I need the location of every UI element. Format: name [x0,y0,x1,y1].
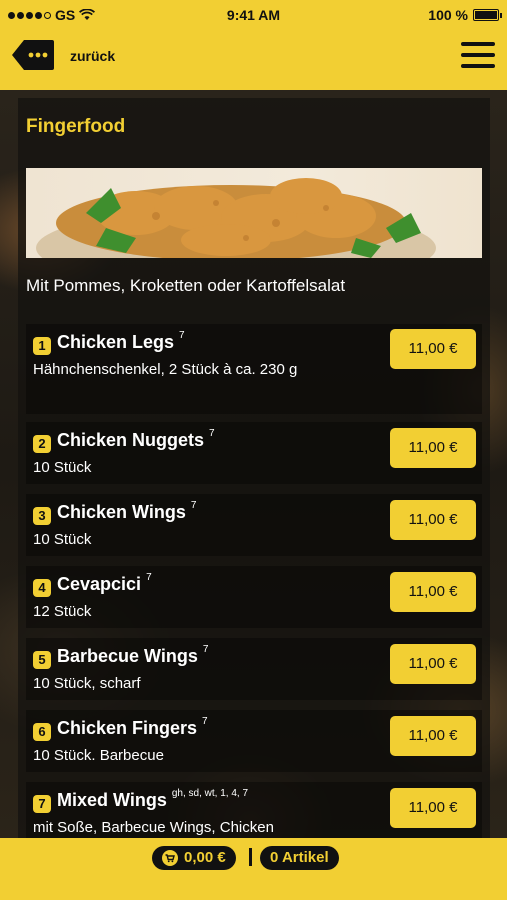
menu-item[interactable]: 1 Chicken Legs 7 Hähnchenschenkel, 2 Stüc… [26,324,482,414]
item-description: 10 Stück, scharf [33,675,141,692]
item-description: 10 Stück [33,531,92,548]
item-name: Barbecue Wings 7 [57,644,209,666]
menu-item[interactable]: 6 Chicken Fingers 7 10 Stück. Barbecue 11… [26,710,482,772]
category-image [26,168,482,258]
battery-icon [473,9,502,21]
menu-item[interactable]: 7 Mixed Wings gh, sd, wt, 1, 4, 7 mit Soß… [26,782,482,838]
item-number-badge: 2 [33,435,51,453]
item-allergens: 7 [179,330,185,341]
add-to-cart-price-button[interactable]: 11,00 € [390,572,476,612]
item-number-badge: 6 [33,723,51,741]
item-allergens: gh, sd, wt, 1, 4, 7 [171,788,249,799]
item-description: Hähnchenschenkel, 2 Stück à ca. 230 g [33,361,298,378]
item-number-badge: 7 [33,795,51,813]
cart-articles-button[interactable]: 0 Artikel [260,846,339,870]
item-allergens: 7 [190,500,197,511]
add-to-cart-price-button[interactable]: 11,00 € [390,644,476,684]
battery-label: 100 % [428,7,468,23]
cart-icon [162,850,178,866]
item-description: 10 Stück. Barbecue [33,747,164,764]
back-button[interactable] [12,40,54,70]
item-allergens: 7 [202,644,209,655]
menu-item[interactable]: 2 Chicken Nuggets 7 10 Stück 11,00 € [26,422,482,484]
hamburger-menu-icon[interactable] [461,42,495,70]
menu-item[interactable]: 5 Barbecue Wings 7 10 Stück, scharf 11,00… [26,638,482,700]
category-panel: Fingerfood Mit Pommes, Kroketten oder Ka… [18,98,490,840]
category-subtitle: Mit Pommes, Kroketten oder Kartoffelsala… [26,276,346,295]
status-bar: GS 9:41 AM 100 % [0,5,507,25]
add-to-cart-price-button[interactable]: 11,00 € [390,428,476,468]
back-label[interactable]: zurück [70,48,115,64]
cart-total-button[interactable]: 0,00 € [152,846,236,870]
item-name: Cevapcici 7 [57,572,152,594]
add-to-cart-price-button[interactable]: 11,00 € [390,788,476,828]
item-allergens: 7 [202,716,208,727]
item-name: Chicken Legs 7 [57,330,185,352]
item-number-badge: 3 [33,507,51,525]
cart-total: 0,00 € [184,849,226,866]
add-to-cart-price-button[interactable]: 11,00 € [390,716,476,756]
cart-article-count: 0 Artikel [270,849,329,866]
add-to-cart-price-button[interactable]: 11,00 € [390,500,476,540]
item-name: Chicken Fingers 7 [57,716,208,738]
item-name: Mixed Wings gh, sd, wt, 1, 4, 7 [57,788,249,810]
item-number-badge: 1 [33,337,51,355]
item-description: 10 Stück [33,459,92,476]
cart-separator [249,848,252,866]
item-description: mit Soße, Barbecue Wings, Chicken [33,819,274,836]
menu-item[interactable]: 3 Chicken Wings 7 10 Stück 11,00 € [26,494,482,556]
top-bar: GS 9:41 AM 100 % zurück [0,0,507,90]
add-to-cart-price-button[interactable]: 11,00 € [390,329,476,369]
item-name: Chicken Wings 7 [57,500,197,522]
item-number-badge: 5 [33,651,51,669]
item-allergens: 7 [146,572,152,583]
item-allergens: 7 [209,428,215,439]
item-name: Chicken Nuggets 7 [57,428,215,450]
item-description: 12 Stück [33,603,92,620]
category-title: Fingerfood [26,116,126,137]
cart-bar: 0,00 € 0 Artikel [0,838,507,900]
menu-item[interactable]: 4 Cevapcici 7 12 Stück 11,00 € [26,566,482,628]
item-number-badge: 4 [33,579,51,597]
